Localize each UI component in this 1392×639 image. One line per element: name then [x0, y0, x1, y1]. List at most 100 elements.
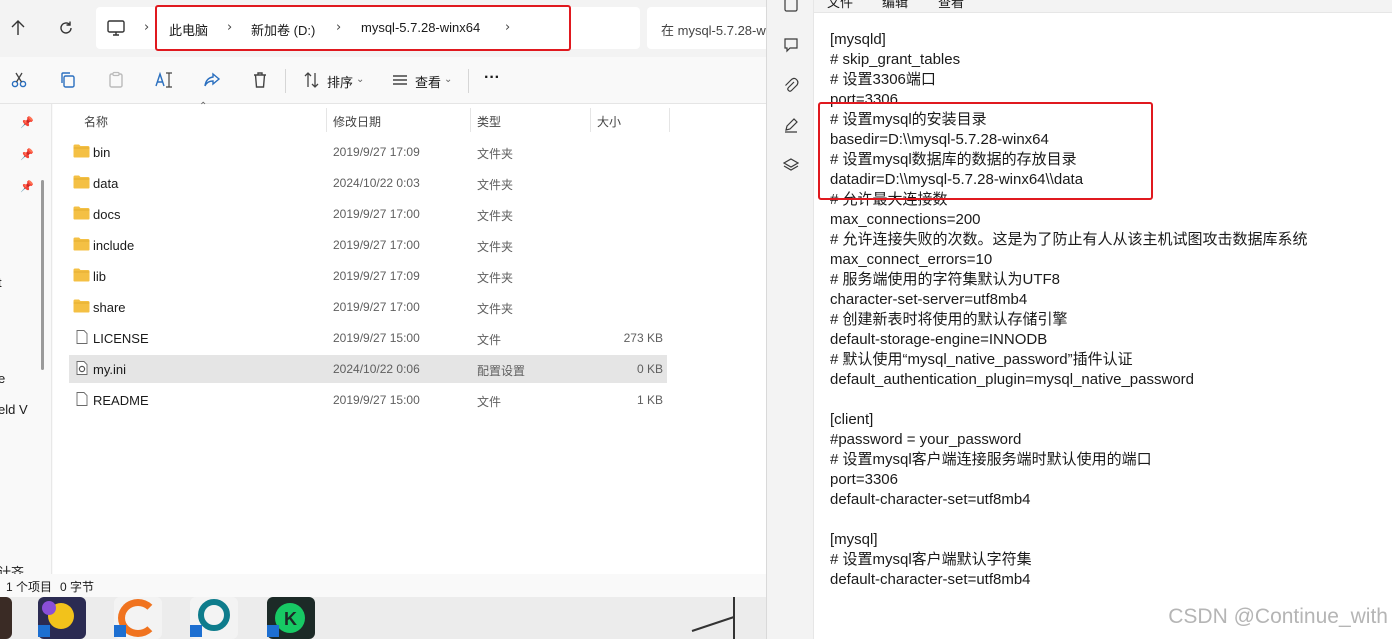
notepad-sidebar: [767, 0, 814, 639]
nav-scrollbar[interactable]: [41, 180, 44, 370]
text-line: default_authentication_plugin=mysql_nati…: [830, 371, 1194, 388]
sort-ascending-icon: ⌃: [199, 101, 208, 112]
file-name: LICENSE: [93, 331, 149, 346]
file-name: include: [93, 238, 135, 253]
column-header-type[interactable]: 类型: [471, 104, 590, 134]
file-date: 2019/9/27 17:09: [333, 145, 420, 159]
file-row[interactable]: lib 2019/9/27 17:09 文件夹: [69, 262, 667, 290]
file-size: 1 KB: [636, 393, 663, 407]
attachment-icon[interactable]: [782, 76, 800, 94]
copy-icon[interactable]: [57, 69, 79, 91]
paste-icon[interactable]: [105, 69, 127, 91]
comment-icon[interactable]: [782, 36, 800, 54]
sort-button[interactable]: 排序: [327, 72, 353, 91]
view-icon[interactable]: [389, 69, 411, 91]
more-options-button[interactable]: ···: [484, 69, 500, 87]
text-line: # skip_grant_tables: [830, 51, 961, 68]
folder-icon: [73, 144, 90, 158]
file-type: 文件: [477, 333, 502, 347]
file-name: data: [93, 176, 119, 191]
text-line: [client]: [830, 411, 874, 428]
nav-item-fragment[interactable]: 计齐: [0, 562, 24, 574]
pen-icon[interactable]: [782, 116, 800, 134]
file-icon: [76, 392, 88, 406]
rename-icon[interactable]: [153, 69, 175, 91]
sort-icon[interactable]: [301, 69, 323, 91]
delete-icon[interactable]: [249, 69, 271, 91]
file-date: 2019/9/27 17:00: [333, 207, 420, 221]
column-type-label: 类型: [477, 115, 502, 129]
shortcut-arrow-icon: [190, 625, 202, 637]
computer-icon: [107, 20, 125, 36]
menu-view[interactable]: 查看: [938, 0, 964, 11]
file-type: 文件夹: [477, 147, 514, 161]
chevron-down-icon: ⌄: [356, 74, 365, 85]
file-row[interactable]: include 2019/9/27 17:00 文件夹: [69, 231, 667, 259]
status-bar: 1 个项目 0 字节: [0, 574, 766, 597]
background-sketch: [690, 597, 766, 639]
folder-icon: [73, 299, 90, 313]
file-row[interactable]: LICENSE 2019/9/27 15:00 文件 273 KB: [69, 324, 667, 352]
menu-file[interactable]: 文件: [827, 0, 853, 11]
taskbar-strip: K: [0, 597, 766, 639]
image-icon[interactable]: [782, 0, 800, 14]
layers-icon[interactable]: [782, 156, 800, 174]
breadcrumb-highlight-box: [155, 5, 571, 51]
menu-edit[interactable]: 编辑: [882, 0, 908, 11]
csdn-watermark: CSDN @Continue_with: [1168, 605, 1388, 628]
toolbar-divider: [285, 69, 286, 93]
text-line: default-character-set=utf8mb4: [830, 491, 1031, 508]
command-bar: 排序 ⌄ 查看 ⌄ ···: [0, 57, 766, 104]
cut-icon[interactable]: [8, 69, 30, 91]
taskbar-app-icon[interactable]: [0, 597, 12, 639]
file-type: 文件夹: [477, 178, 514, 192]
file-row[interactable]: share 2019/9/27 17:00 文件夹: [69, 293, 667, 321]
text-line: # 默认使用“mysql_native_password”插件认证: [830, 351, 1133, 368]
shortcut-arrow-icon: [267, 625, 279, 637]
file-row[interactable]: data 2024/10/22 0:03 文件夹: [69, 169, 667, 197]
file-row[interactable]: my.ini 2024/10/22 0:06 配置设置 0 KB: [69, 355, 667, 383]
text-line: # 允许连接失败的次数。这是为了防止有人从该主机试图攻击数据库系统: [830, 231, 1308, 248]
text-line: port=3306: [830, 471, 898, 488]
nav-item-fragment[interactable]: e: [0, 371, 5, 386]
up-arrow-icon[interactable]: [2, 12, 34, 44]
share-icon[interactable]: [201, 69, 223, 91]
screen: › 此电脑 › 新加卷 (D:) › mysql-5.7.28-winx64 ›…: [0, 0, 1392, 639]
column-header-date[interactable]: 修改日期: [327, 104, 470, 134]
pin-icon: 📌: [20, 117, 34, 129]
text-line: [830, 390, 1390, 410]
view-button[interactable]: 查看: [415, 72, 441, 91]
file-size: 0 KB: [636, 362, 663, 376]
file-row[interactable]: docs 2019/9/27 17:00 文件夹: [69, 200, 667, 228]
file-type: 文件夹: [477, 271, 514, 285]
file-row[interactable]: README 2019/9/27 15:00 文件 1 KB: [69, 386, 667, 414]
notepad-window: 文件 编辑 查看 [mysqld] # skip_grant_tables # 设置…: [766, 0, 1392, 639]
status-byte-count: 0 字节: [60, 580, 95, 594]
column-divider[interactable]: [669, 108, 670, 132]
refresh-icon[interactable]: [50, 12, 82, 44]
file-icon: [76, 330, 88, 344]
search-placeholder: 在 mysql-5.7.28-w: [661, 23, 766, 38]
file-date: 2024/10/22 0:03: [333, 176, 420, 190]
file-row[interactable]: bin 2019/9/27 17:09 文件夹: [69, 138, 667, 166]
file-name: README: [93, 393, 149, 408]
nav-item-fragment[interactable]: eld V: [0, 402, 28, 417]
text-line: # 设置mysql客户端默认字符集: [830, 551, 1032, 568]
column-date-label: 修改日期: [333, 115, 382, 129]
file-explorer-window: › 此电脑 › 新加卷 (D:) › mysql-5.7.28-winx64 ›…: [0, 0, 766, 639]
address-row: › 此电脑 › 新加卷 (D:) › mysql-5.7.28-winx64 ›…: [0, 0, 766, 57]
status-item-count: 1 个项目: [6, 580, 53, 594]
nav-item-fragment[interactable]: t: [0, 275, 2, 290]
file-type: 文件夹: [477, 240, 514, 254]
text-line: [830, 510, 1390, 530]
search-box[interactable]: 在 mysql-5.7.28-w: [647, 7, 766, 49]
text-line: # 设置3306端口: [830, 71, 936, 88]
text-line: [mysqld]: [830, 31, 886, 48]
column-size-label: 大小: [597, 115, 622, 129]
column-header-size[interactable]: 大小: [591, 104, 669, 134]
chevron-right-icon: ›: [144, 20, 150, 35]
text-line: # 设置mysql客户端连接服务端时默认使用的端口: [830, 451, 1152, 468]
folder-icon: [73, 175, 90, 189]
file-type: 配置设置: [477, 364, 526, 378]
file-type: 文件夹: [477, 302, 514, 316]
